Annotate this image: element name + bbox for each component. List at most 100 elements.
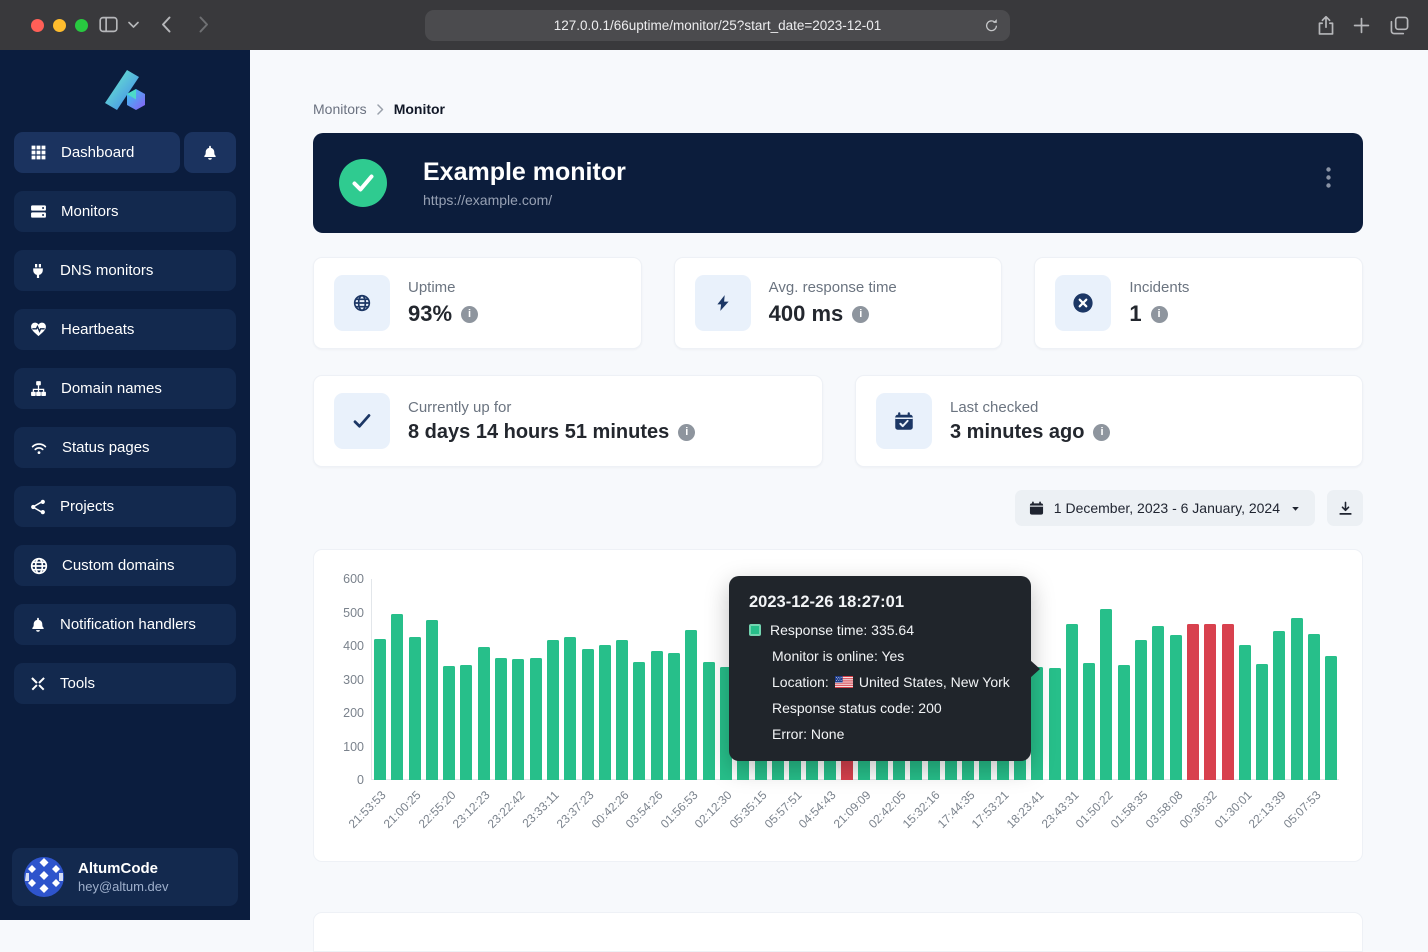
chart-bar[interactable] (668, 653, 680, 780)
monitor-menu-kebab-icon[interactable] (1326, 167, 1331, 188)
share-nodes-icon (30, 499, 46, 515)
chart-bar[interactable] (1031, 667, 1043, 780)
reload-icon[interactable] (984, 17, 999, 34)
breadcrumb: Monitors Monitor (313, 101, 445, 117)
sidebar-item-monitors[interactable]: Monitors (14, 191, 236, 232)
chart-bar[interactable] (530, 658, 542, 780)
sidebar-item-dns-monitors[interactable]: DNS monitors (14, 250, 236, 291)
chart-bar[interactable] (495, 658, 507, 780)
user-card[interactable]: AltumCode hey@altum.dev (12, 848, 238, 906)
breadcrumb-monitors-link[interactable]: Monitors (313, 101, 367, 117)
status-cards-row: Currently up for8 days 14 hours 51 minut… (313, 375, 1363, 467)
chart-bar[interactable] (1049, 668, 1061, 780)
sidebar-item-heartbeats[interactable]: Heartbeats (14, 309, 236, 350)
chart-bar[interactable] (616, 640, 628, 780)
sidebar-item-custom-domains[interactable]: Custom domains (14, 545, 236, 586)
notifications-bell-button[interactable] (184, 132, 236, 173)
chart-bar[interactable] (460, 665, 472, 780)
info-icon[interactable]: i (461, 306, 478, 323)
share-icon[interactable] (1317, 15, 1335, 36)
chart-bar[interactable] (1135, 640, 1147, 780)
chart-bar[interactable] (1187, 624, 1199, 780)
chevron-down-icon[interactable] (128, 21, 139, 29)
chart-bar[interactable] (409, 637, 421, 780)
x-axis-label: 17:44:35 (934, 788, 977, 831)
stats-row: Uptime93%iAvg. response time400 msiIncid… (313, 257, 1363, 349)
chart-bar[interactable] (374, 639, 386, 780)
back-icon[interactable] (160, 15, 172, 34)
info-icon[interactable]: i (852, 306, 869, 323)
chart-bar[interactable] (1170, 635, 1182, 780)
sidebar-item-notification-handlers[interactable]: Notification handlers (14, 604, 236, 645)
download-chart-button[interactable] (1327, 490, 1363, 526)
chart-bar[interactable] (582, 649, 594, 780)
chart-bar[interactable] (1291, 618, 1303, 780)
chart-bar[interactable] (564, 637, 576, 780)
chart-bar[interactable] (1273, 631, 1285, 780)
chart-x-axis-labels: 21:53:5321:00:2522:55:2023:12:2323:22:42… (371, 788, 1339, 860)
info-icon[interactable]: i (678, 424, 695, 441)
tooltip-title: 2023-12-26 18:27:01 (749, 593, 1011, 612)
x-axis-label: 23:37:23 (554, 788, 597, 831)
chart-bar[interactable] (391, 614, 403, 780)
chart-bar[interactable] (703, 662, 715, 780)
chart-bar[interactable] (1239, 645, 1251, 780)
chart-bar[interactable] (1083, 663, 1095, 780)
tooltip-row-text: United States, New York (859, 674, 1010, 690)
chart-bar[interactable] (1204, 624, 1216, 780)
date-range-picker-button[interactable]: 1 December, 2023 - 6 January, 2024 (1015, 490, 1315, 526)
stat-card-avg-response-time: Avg. response time400 msi (674, 257, 1003, 349)
info-icon[interactable]: i (1093, 424, 1110, 441)
chart-bar[interactable] (1152, 626, 1164, 780)
forward-icon[interactable] (198, 15, 210, 34)
maximize-window-button[interactable] (75, 19, 88, 32)
sidebar-item-tools[interactable]: Tools (14, 663, 236, 704)
monitor-up-status-icon (339, 159, 387, 207)
chart-bar[interactable] (685, 630, 697, 780)
caret-down-icon (1290, 503, 1301, 514)
plug-icon (30, 263, 46, 279)
chart-bar[interactable] (443, 666, 455, 780)
tooltip-row: Location: United States, New York (749, 674, 1011, 690)
x-axis-label: 00:42:26 (588, 788, 631, 831)
x-axis-label: 23:22:42 (484, 788, 527, 831)
user-name: AltumCode (78, 860, 169, 877)
chart-bar[interactable] (1308, 634, 1320, 780)
x-axis-label: 05:35:15 (727, 788, 770, 831)
close-window-button[interactable] (31, 19, 44, 32)
minimize-window-button[interactable] (53, 19, 66, 32)
sidebar-item-status-pages[interactable]: Status pages (14, 427, 236, 468)
tooltip-row-text: Response status code: 200 (772, 700, 942, 716)
chart-bar[interactable] (512, 659, 524, 780)
chart-bar[interactable] (651, 651, 663, 780)
sidebar-item-label: Heartbeats (61, 321, 134, 338)
chart-bar[interactable] (1256, 664, 1268, 780)
tab-overview-icon[interactable] (1390, 16, 1409, 35)
sidebar-item-domain-names[interactable]: Domain names (14, 368, 236, 409)
chart-bar[interactable] (599, 645, 611, 780)
tooltip-row-prefix: Location: (772, 674, 829, 690)
chart-bar[interactable] (633, 662, 645, 780)
stat-card-uptime: Uptime93%i (313, 257, 642, 349)
stat-icon-tile (1055, 275, 1111, 331)
sidebar-toggle-icon[interactable] (99, 15, 118, 34)
chart-bar[interactable] (547, 640, 559, 780)
new-tab-plus-icon[interactable] (1353, 17, 1370, 34)
chart-bar[interactable] (478, 647, 490, 780)
avatar (24, 857, 64, 897)
chart-bar[interactable] (426, 620, 438, 780)
chart-bar[interactable] (1325, 656, 1337, 780)
chart-bar[interactable] (1118, 665, 1130, 780)
x-axis-label: 02:12:30 (692, 788, 735, 831)
y-axis-tick: 500 (322, 605, 364, 621)
sidebar-item-dashboard[interactable]: Dashboard (14, 132, 180, 173)
address-bar[interactable]: 127.0.0.1/66uptime/monitor/25?start_date… (425, 10, 1010, 41)
chart-bar[interactable] (1066, 624, 1078, 780)
sidebar-item-projects[interactable]: Projects (14, 486, 236, 527)
x-axis-label: 01:30:01 (1211, 788, 1254, 831)
chart-bar[interactable] (1100, 609, 1112, 780)
date-range-text: 1 December, 2023 - 6 January, 2024 (1054, 500, 1280, 516)
altumcode-logo[interactable] (0, 50, 250, 132)
chart-bar[interactable] (1222, 624, 1234, 780)
info-icon[interactable]: i (1151, 306, 1168, 323)
